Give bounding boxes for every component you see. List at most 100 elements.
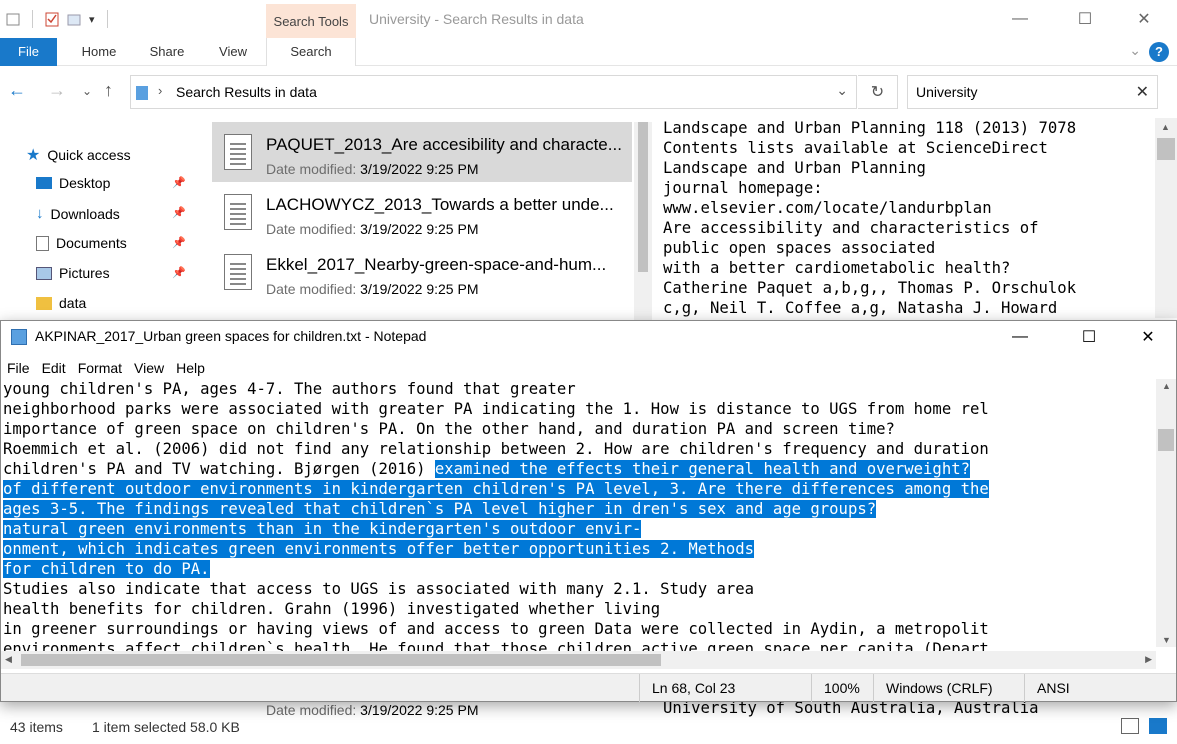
date-value: 3/19/2022 9:25 PM bbox=[360, 161, 479, 177]
navigation-pane: ★ Quick access Desktop 📌 ↓ Downloads 📌 D… bbox=[0, 140, 200, 320]
preview-line: Catherine Paquet a,b,g,, Thomas P. Orsch… bbox=[663, 279, 1077, 297]
zoom-level: 100% bbox=[811, 674, 860, 702]
nav-downloads[interactable]: ↓ Downloads bbox=[36, 205, 120, 222]
details-view-icon[interactable] bbox=[1121, 718, 1139, 734]
preview-line: journal homepage: bbox=[663, 179, 823, 197]
nav-documents[interactable]: Documents bbox=[36, 235, 127, 251]
nav-pictures[interactable]: Pictures bbox=[36, 265, 110, 281]
expand-ribbon-icon[interactable]: ⌄ bbox=[1129, 42, 1141, 59]
address-dropdown-icon[interactable]: ⌄ bbox=[836, 82, 848, 99]
pin-icon[interactable]: 📌 bbox=[172, 266, 186, 279]
minimize-button[interactable]: — bbox=[991, 0, 1049, 38]
folder-icon[interactable] bbox=[6, 11, 20, 27]
nav-data-folder[interactable]: data bbox=[36, 295, 86, 311]
preview-line: Are accessibility and characteristics of bbox=[663, 219, 1039, 237]
minimize-button[interactable]: — bbox=[991, 318, 1049, 356]
selected-text: natural green environments than in the k… bbox=[3, 520, 642, 538]
help-icon[interactable]: ? bbox=[1149, 42, 1169, 62]
maximize-button[interactable]: ☐ bbox=[1060, 318, 1118, 356]
scrollbar-thumb[interactable] bbox=[638, 122, 648, 272]
quick-access-toolbar: ▾ bbox=[6, 10, 112, 28]
scrollbar-thumb[interactable] bbox=[1157, 138, 1175, 160]
text-line: neighborhood parks were associated with … bbox=[3, 399, 1156, 419]
breadcrumb-chevron-icon: › bbox=[158, 83, 163, 98]
clear-search-icon[interactable]: ✕ bbox=[1136, 82, 1149, 102]
horizontal-scrollbar[interactable]: ◀ ▶ bbox=[1, 651, 1156, 669]
file-item[interactable]: PAQUET_2013_Are accesibility and charact… bbox=[212, 122, 632, 182]
tab-home[interactable]: Home bbox=[72, 38, 126, 66]
menu-edit[interactable]: Edit bbox=[36, 357, 72, 379]
star-icon: ★ bbox=[26, 147, 41, 164]
scroll-right-arrow-icon[interactable]: ▶ bbox=[1145, 654, 1152, 665]
tab-file[interactable]: File bbox=[0, 38, 57, 66]
tiles-view-icon[interactable] bbox=[1149, 718, 1167, 734]
up-arrow-icon[interactable]: ↑ bbox=[104, 80, 113, 101]
file-date: Date modified: 3/19/2022 9:25 PM bbox=[266, 221, 478, 237]
file-item[interactable]: Ekkel_2017_Nearby-green-space-and-hum...… bbox=[212, 242, 632, 302]
preview-line: Landscape and Urban Planning bbox=[663, 159, 926, 177]
properties-icon[interactable] bbox=[45, 11, 59, 27]
maximize-button[interactable]: ☐ bbox=[1056, 0, 1114, 38]
menu-help[interactable]: Help bbox=[170, 357, 211, 379]
scrollbar-thumb[interactable] bbox=[21, 654, 661, 666]
forward-arrow-icon[interactable]: → bbox=[48, 80, 66, 101]
pin-icon[interactable]: 📌 bbox=[172, 176, 186, 189]
nav-desktop[interactable]: Desktop bbox=[36, 175, 110, 191]
pin-icon[interactable]: 📌 bbox=[172, 236, 186, 249]
tab-search[interactable]: Search bbox=[266, 38, 356, 66]
nav-label: Quick access bbox=[47, 147, 131, 163]
preview-line: Landscape and Urban Planning 118 (2013) … bbox=[663, 119, 1077, 137]
recent-locations-icon[interactable]: ⌄ bbox=[82, 84, 92, 98]
window-title: AKPINAR_2017_Urban green spaces for chil… bbox=[35, 328, 427, 344]
scroll-up-arrow-icon[interactable]: ▲ bbox=[1162, 381, 1171, 391]
menu-file[interactable]: File bbox=[1, 357, 36, 379]
text-line: for children to do PA. bbox=[3, 559, 1156, 579]
results-scrollbar[interactable] bbox=[634, 122, 652, 322]
refresh-button[interactable]: ↻ bbox=[858, 75, 898, 109]
search-box[interactable]: University ✕ bbox=[907, 75, 1158, 109]
explorer-statusbar: 43 items 1 item selected 58.0 KB bbox=[0, 714, 1177, 744]
scrollbar-thumb[interactable] bbox=[1158, 429, 1174, 451]
file-item[interactable]: LACHOWYCZ_2013_Towards a better unde... … bbox=[212, 182, 632, 242]
search-input[interactable]: University bbox=[916, 84, 977, 100]
scroll-left-arrow-icon[interactable]: ◀ bbox=[5, 654, 12, 665]
line-text: Roemmich et al. (2006) did not find any … bbox=[3, 440, 989, 458]
preview-line: c,g, Neil T. Coffee a,g, Natasha J. Howa… bbox=[663, 299, 1058, 317]
view-switcher bbox=[1121, 718, 1167, 734]
preview-line: Contents lists available at ScienceDirec… bbox=[663, 139, 1048, 157]
back-arrow-icon[interactable]: ← bbox=[8, 80, 26, 101]
file-name: Ekkel_2017_Nearby-green-space-and-hum... bbox=[266, 255, 607, 274]
line-text: in greener surroundings or having views … bbox=[3, 620, 989, 638]
address-row: ← → ⌄ ↑ › Search Results in data ⌄ ↻ Uni… bbox=[0, 72, 1177, 112]
text-line: natural green environments than in the k… bbox=[3, 519, 1156, 539]
line-text: health benefits for children. Grahn (199… bbox=[3, 600, 661, 618]
tab-share[interactable]: Share bbox=[140, 38, 194, 66]
ribbon-tabs: File Home Share View Search ⌄ ? bbox=[0, 38, 1177, 66]
vertical-scrollbar[interactable]: ▲ ▼ bbox=[1156, 379, 1176, 647]
menu-format[interactable]: Format bbox=[72, 357, 128, 379]
file-name: PAQUET_2013_Are accesibility and charact… bbox=[266, 135, 622, 154]
close-button[interactable]: ✕ bbox=[1119, 318, 1177, 356]
toolbar-divider bbox=[106, 10, 108, 28]
menu-view[interactable]: View bbox=[128, 357, 170, 379]
text-editor-area[interactable]: young children's PA, ages 4-7. The autho… bbox=[1, 379, 1156, 661]
customize-toolbar-icon[interactable]: ▾ bbox=[89, 13, 95, 26]
nav-label: Pictures bbox=[59, 265, 110, 281]
search-tools-context-tab: Search Tools bbox=[266, 4, 356, 38]
date-label: Date modified: bbox=[266, 281, 357, 297]
new-folder-icon[interactable] bbox=[67, 11, 81, 27]
address-bar[interactable]: › Search Results in data ⌄ bbox=[130, 75, 857, 109]
close-button[interactable]: ✕ bbox=[1115, 0, 1173, 38]
scroll-up-arrow-icon[interactable]: ▲ bbox=[1161, 122, 1170, 132]
nav-quick-access[interactable]: ★ Quick access bbox=[26, 145, 131, 165]
search-results-icon bbox=[136, 86, 148, 100]
preview-scrollbar[interactable]: ▲ bbox=[1155, 118, 1177, 318]
date-label: Date modified: bbox=[266, 221, 357, 237]
pin-icon[interactable]: 📌 bbox=[172, 206, 186, 219]
tab-view[interactable]: View bbox=[206, 38, 260, 66]
text-file-icon bbox=[224, 254, 252, 290]
file-date: Date modified: 3/19/2022 9:25 PM bbox=[266, 161, 478, 177]
scroll-down-arrow-icon[interactable]: ▼ bbox=[1162, 635, 1171, 645]
line-text: Studies also indicate that access to UGS… bbox=[3, 580, 755, 598]
search-results-list: PAQUET_2013_Are accesibility and charact… bbox=[212, 122, 632, 322]
